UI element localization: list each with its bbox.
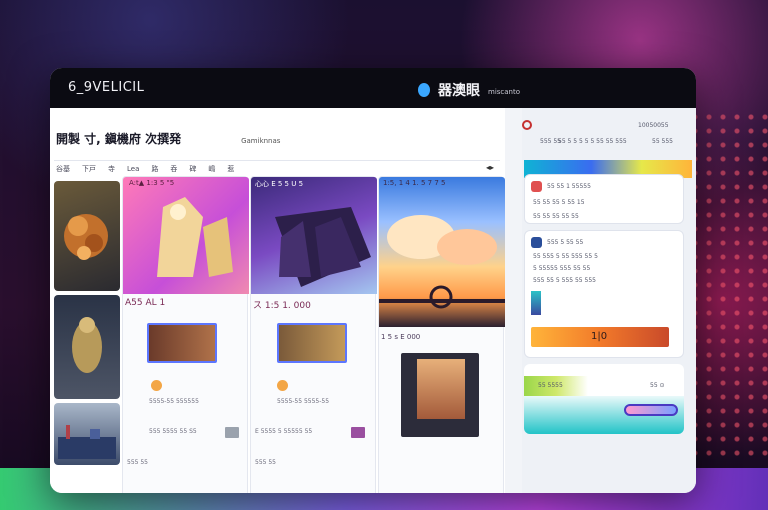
app-window: 6_9VELICIL 器澳眼 miscanto 開製 寸, 鎭機府 次撰発 Ga…: [50, 68, 696, 493]
card-price: A55 AL 1: [125, 298, 166, 308]
color-swatch[interactable]: [225, 427, 239, 438]
filter-chip[interactable]: 惹: [225, 164, 236, 174]
ornate-figure-image: [64, 214, 108, 260]
filter-chip[interactable]: Lea: [125, 165, 141, 173]
sidebar-card-3[interactable]: 55 5555 55 ⊙: [524, 364, 684, 434]
background-lights: [688, 110, 768, 460]
record-icon[interactable]: [522, 120, 532, 130]
sidebar-label: 55 5 5 5 5 5 55 55 555: [558, 138, 627, 145]
brand-tagline: miscanto: [488, 87, 521, 96]
page-title: 開製 寸, 鎭機府 次撰発: [56, 132, 182, 146]
card-price: 1 5 s E 000: [381, 333, 421, 341]
filter-chip[interactable]: 下戸: [80, 164, 98, 174]
sidebar-line: 55 55 55 55 55: [533, 213, 579, 220]
card-preview-frame: [401, 353, 479, 437]
card-meta: 5555-55 5555-55: [277, 398, 330, 405]
brand-logo-icon: [418, 83, 430, 97]
sidebar-label[interactable]: 55 ⊙: [650, 382, 665, 389]
window-title: 6_9VELICIL: [68, 80, 145, 95]
page-header: 開製 寸, 鎭機府 次撰発 Gamiknnas: [56, 130, 280, 147]
status-dot: [277, 380, 288, 391]
sidebar-label: 55 555: [652, 138, 673, 145]
golden-figure-image: [157, 197, 233, 277]
card-image-2: [251, 177, 377, 294]
sidebar-line: 5 55555 555 55 55: [533, 265, 591, 272]
card-price: ス 1:5 1. 000: [253, 301, 311, 311]
card-meta: 555 5555 55 S5: [149, 428, 197, 435]
info-icon: [531, 237, 542, 248]
filter-chip[interactable]: 呑: [168, 164, 179, 174]
sidebar-line: 55 555 5 55 555 55 5: [533, 253, 598, 260]
status-dot: [151, 380, 162, 391]
side-thumb-1[interactable]: [54, 181, 120, 291]
card-caption: 1:5, 1 4 1. 5 7 7 5: [383, 179, 446, 187]
sidebar-label[interactable]: 10050055: [638, 122, 669, 129]
main-content: 開製 寸, 鎭機府 次撰発 Gamiknnas 谷基 下戸 寺 Lea 路 呑 …: [50, 108, 505, 493]
card-preview-frame: [277, 323, 347, 363]
thumbnail-icon: [531, 291, 541, 315]
action-button[interactable]: [624, 404, 678, 416]
sidebar-line: 555 5 55 55: [547, 239, 584, 246]
filter-chip[interactable]: 路: [149, 164, 160, 174]
statue-image: [72, 317, 102, 373]
sunset-sky-image: [379, 215, 505, 309]
filter-bar: 谷基 下戸 寺 Lea 路 呑 碑 嶋 惹 ◂▸: [54, 160, 500, 176]
sidebar-line: 55 55 1 55555: [547, 183, 591, 190]
cityscape-image: [58, 425, 116, 459]
card-preview-frame: [147, 323, 217, 363]
filter-chip[interactable]: 谷基: [54, 164, 72, 174]
card-caption: 心心 E 5 5 U 5: [255, 180, 304, 188]
card-caption: A:t▲ 1:3 5 "5: [129, 179, 175, 187]
view-toggle-icon[interactable]: ◂▸: [486, 163, 494, 172]
card-meta: 555 55: [127, 459, 148, 466]
brand[interactable]: 器澳眼 miscanto: [418, 80, 520, 100]
sidebar-line: 555 55 5 555 55 555: [533, 277, 596, 284]
media-badge: 1|0: [591, 331, 608, 342]
card-meta: 555 55: [255, 459, 276, 466]
dark-castle-image: [275, 207, 371, 287]
card-meta: E 5555 5 55555 55: [255, 428, 313, 435]
title-bar: 6_9VELICIL 器澳眼 miscanto: [50, 68, 696, 108]
sidebar-card-2[interactable]: 555 5 55 55 55 555 5 55 555 55 5 5 55555…: [524, 230, 684, 358]
product-card-3[interactable]: 1:5, 1 4 1. 5 7 7 5 1 5 s E 000: [378, 176, 505, 493]
card-image-3: [379, 177, 505, 327]
side-thumb-2[interactable]: [54, 295, 120, 399]
filter-chip[interactable]: 嶋: [206, 164, 217, 174]
brand-name: 器澳眼: [438, 83, 480, 99]
sidebar-card-1[interactable]: 55 55 1 55555 55 55 55 5 55 15 55 55 55 …: [524, 174, 684, 224]
alert-icon: [531, 181, 542, 192]
preview-artwork: [417, 359, 465, 419]
page-tag[interactable]: Gamiknnas: [241, 137, 280, 145]
sidebar-label: 55 5555: [538, 382, 563, 389]
card-image-1: [123, 177, 249, 294]
color-swatch[interactable]: [351, 427, 365, 438]
right-sidebar: 555 55 10050055 55 5 5 5 5 5 55 55 555 5…: [522, 108, 696, 493]
product-card-2[interactable]: 心心 E 5 5 U 5 ス 1:5 1. 000 5555-55 5555-5…: [250, 176, 377, 493]
product-card-1[interactable]: A:t▲ 1:3 5 "5 A55 AL 1 5555-55 555555 55…: [122, 176, 249, 493]
sidebar-line: 55 55 55 5 55 15: [533, 199, 585, 206]
filter-chip[interactable]: 寺: [106, 164, 117, 174]
media-banner[interactable]: 1|0: [531, 327, 669, 347]
side-thumb-3[interactable]: [54, 403, 120, 465]
filter-chip[interactable]: 碑: [187, 164, 198, 174]
card-meta: 5555-55 555555: [149, 398, 199, 405]
